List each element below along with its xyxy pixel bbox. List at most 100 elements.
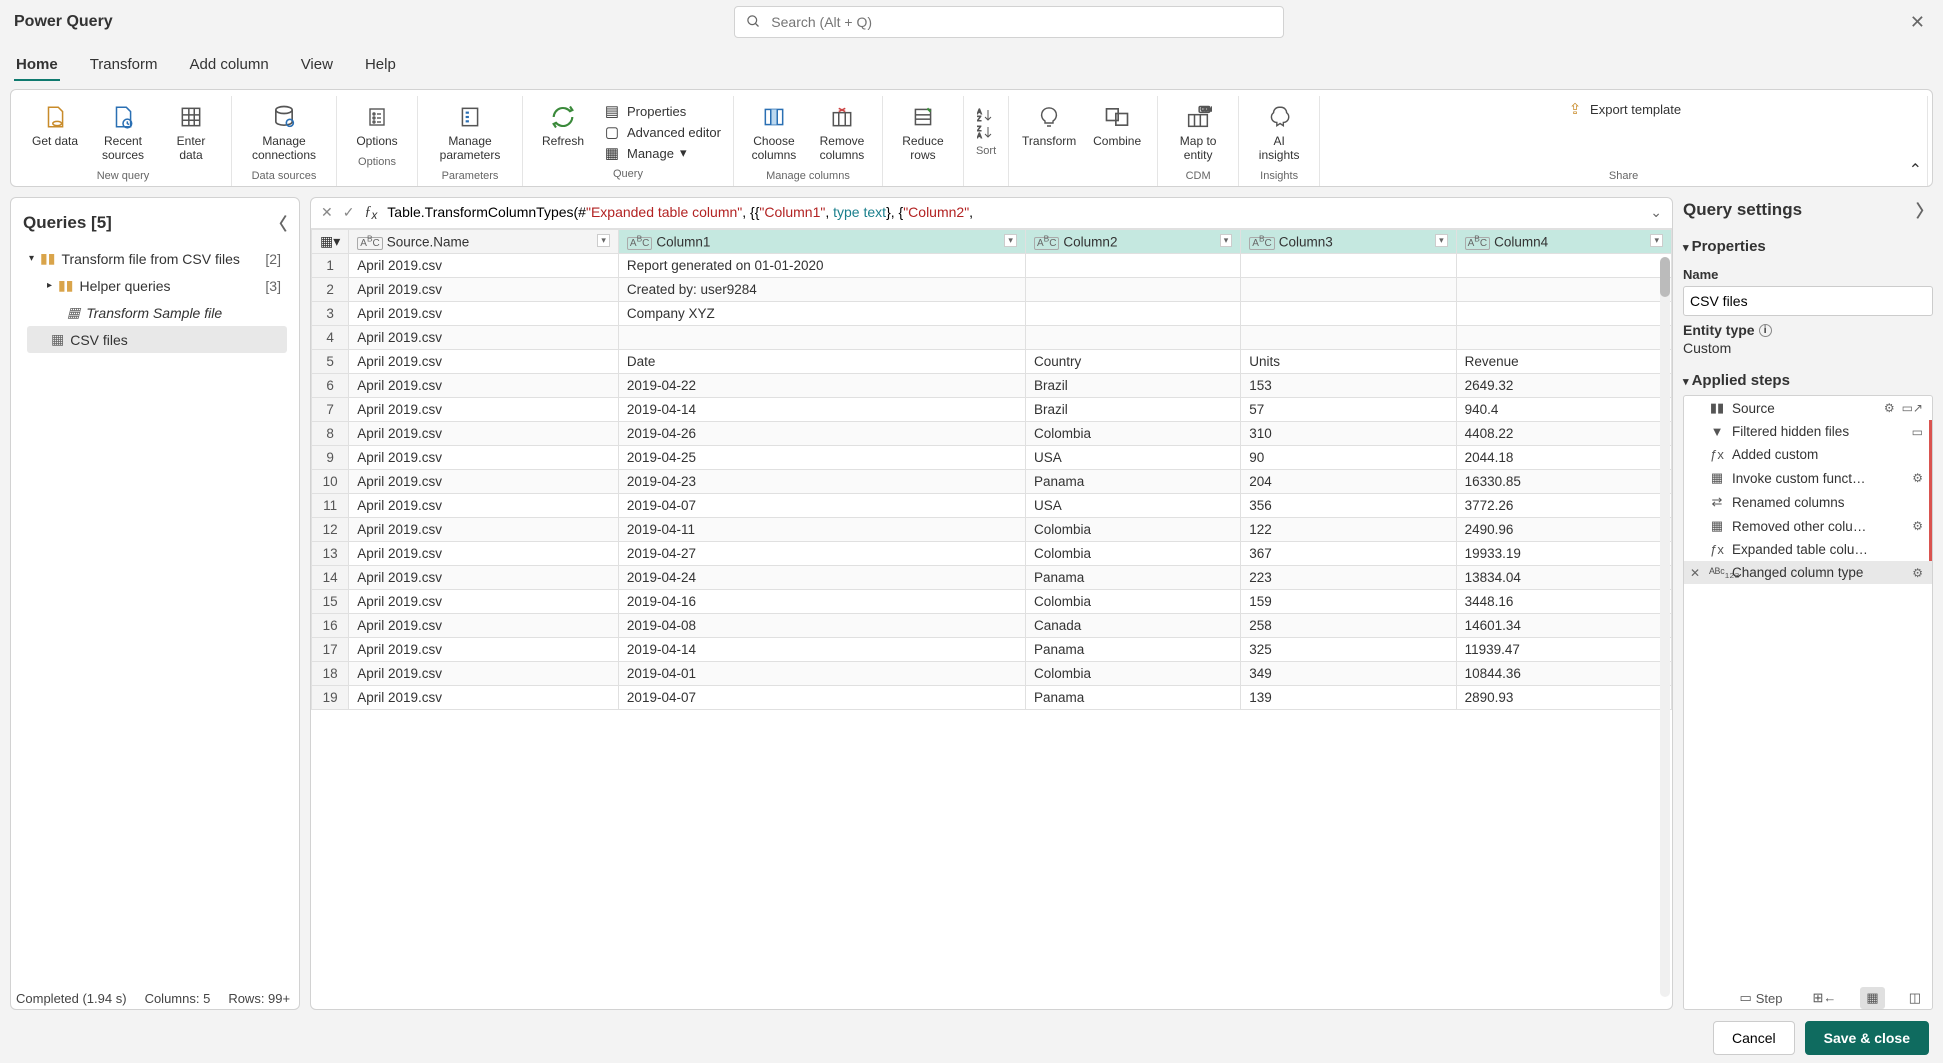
cell[interactable]: April 2019.csv [349,349,619,373]
cell[interactable]: Colombia [1025,661,1240,685]
row-number[interactable]: 11 [312,493,349,517]
row-number[interactable]: 14 [312,565,349,589]
gear-icon[interactable]: ⚙ [1884,401,1895,415]
cell[interactable]: Canada [1025,613,1240,637]
cell[interactable]: April 2019.csv [349,373,619,397]
enter-data-button[interactable]: Enter data [163,98,219,164]
table-row[interactable]: 5April 2019.csvDateCountryUnitsRevenue [312,349,1672,373]
cell[interactable]: 4408.22 [1456,421,1671,445]
expand-formula-button[interactable]: ⌄ [1650,204,1662,221]
gear-icon[interactable]: ⚙ [1912,471,1923,485]
tab-add-column[interactable]: Add column [187,50,270,81]
row-number[interactable]: 15 [312,589,349,613]
applied-step[interactable]: ▦Invoke custom funct…⚙ [1684,466,1932,490]
cell[interactable]: 325 [1241,637,1456,661]
cell[interactable]: 2019-04-24 [618,565,1025,589]
applied-step[interactable]: ƒxAdded custom [1684,443,1932,466]
cell[interactable]: 940.4 [1456,397,1671,421]
close-button[interactable]: ✕ [1906,8,1929,37]
tab-home[interactable]: Home [14,50,60,81]
cell[interactable]: April 2019.csv [349,637,619,661]
table-row[interactable]: 9April 2019.csv2019-04-25USA902044.18 [312,445,1672,469]
transform-button[interactable]: Transform [1021,98,1077,150]
cell[interactable]: 2019-04-27 [618,541,1025,565]
cell[interactable]: Brazil [1025,373,1240,397]
tab-transform[interactable]: Transform [88,50,160,81]
table-row[interactable]: 7April 2019.csv2019-04-14Brazil57940.4 [312,397,1672,421]
cell[interactable]: Report generated on 01-01-2020 [618,253,1025,277]
applied-step[interactable]: ▦Removed other colu…⚙ [1684,514,1932,538]
cell[interactable] [618,325,1025,349]
column-filter-button[interactable]: ▾ [1220,234,1233,247]
cell[interactable]: 2490.96 [1456,517,1671,541]
row-number[interactable]: 17 [312,637,349,661]
cell[interactable]: 356 [1241,493,1456,517]
row-number[interactable]: 8 [312,421,349,445]
cell[interactable]: 19933.19 [1456,541,1671,565]
cell[interactable]: 2019-04-26 [618,421,1025,445]
cell[interactable]: 2890.93 [1456,685,1671,709]
cell[interactable]: Panama [1025,469,1240,493]
cell[interactable] [1241,277,1456,301]
sort-desc-button[interactable]: ZA [977,125,995,139]
cell[interactable] [1241,325,1456,349]
cell[interactable]: 2649.32 [1456,373,1671,397]
query-transform-sample[interactable]: ▦ Transform Sample file [23,299,287,326]
table-row[interactable]: 3April 2019.csvCompany XYZ [312,301,1672,325]
row-number[interactable]: 2 [312,277,349,301]
cell[interactable]: Panama [1025,637,1240,661]
step-button[interactable]: ▭ Step [1733,987,1788,1009]
applied-step[interactable]: ▮▮Source⚙▭↗ [1684,396,1932,420]
cell[interactable]: 122 [1241,517,1456,541]
cell[interactable]: 3448.16 [1456,589,1671,613]
refresh-button[interactable]: Refresh [535,98,591,162]
column-header[interactable]: ABCSource.Name▾ [349,229,619,253]
cell[interactable]: Colombia [1025,589,1240,613]
cell[interactable]: April 2019.csv [349,613,619,637]
properties-button[interactable]: ▤Properties [603,102,686,120]
cell[interactable]: April 2019.csv [349,325,619,349]
cell[interactable] [1456,277,1671,301]
row-number[interactable]: 12 [312,517,349,541]
row-number[interactable]: 4 [312,325,349,349]
cell[interactable]: 2019-04-14 [618,637,1025,661]
properties-section[interactable]: Properties [1683,238,1933,255]
map-to-entity-button[interactable]: CDMMap to entity [1170,98,1226,164]
cell[interactable] [1241,301,1456,325]
query-folder-transform-file[interactable]: ▾ ▮▮ Transform file from CSV files [2] [23,245,287,272]
formula-cancel-icon[interactable]: ✕ [321,204,333,221]
expand-settings-button[interactable]: 〉 [1916,197,1933,222]
cell[interactable]: 2019-04-22 [618,373,1025,397]
column-header[interactable]: ABCColumn2▾ [1025,229,1240,253]
diagram-view-button[interactable]: ⊞← [1807,987,1843,1009]
cell[interactable]: 10844.36 [1456,661,1671,685]
cell[interactable]: USA [1025,493,1240,517]
row-number[interactable]: 7 [312,397,349,421]
query-folder-helper[interactable]: ▸ ▮▮ Helper queries [3] [23,272,287,299]
column-header[interactable]: ABCColumn3▾ [1241,229,1456,253]
cell[interactable]: 367 [1241,541,1456,565]
tab-view[interactable]: View [299,50,335,81]
cell[interactable] [1025,277,1240,301]
cell[interactable]: 3772.26 [1456,493,1671,517]
cell[interactable]: 2019-04-07 [618,493,1025,517]
cell[interactable]: 159 [1241,589,1456,613]
table-row[interactable]: 11April 2019.csv2019-04-07USA3563772.26 [312,493,1672,517]
row-number[interactable]: 3 [312,301,349,325]
step-action-icon[interactable]: ▭↗ [1902,401,1923,415]
cell[interactable]: 204 [1241,469,1456,493]
applied-step[interactable]: ƒxExpanded table colu… [1684,538,1932,561]
cell[interactable]: 2019-04-16 [618,589,1025,613]
table-row[interactable]: 14April 2019.csv2019-04-24Panama22313834… [312,565,1672,589]
cell[interactable]: April 2019.csv [349,565,619,589]
cell[interactable]: 310 [1241,421,1456,445]
ai-insights-button[interactable]: AI insights [1251,98,1307,164]
cell[interactable]: 90 [1241,445,1456,469]
cell[interactable]: Colombia [1025,517,1240,541]
row-number[interactable]: 18 [312,661,349,685]
recent-sources-button[interactable]: Recent sources [95,98,151,164]
cell[interactable]: Date [618,349,1025,373]
gear-icon[interactable]: ⚙ [1912,519,1923,533]
cell[interactable] [1025,301,1240,325]
column-filter-button[interactable]: ▾ [1435,234,1448,247]
